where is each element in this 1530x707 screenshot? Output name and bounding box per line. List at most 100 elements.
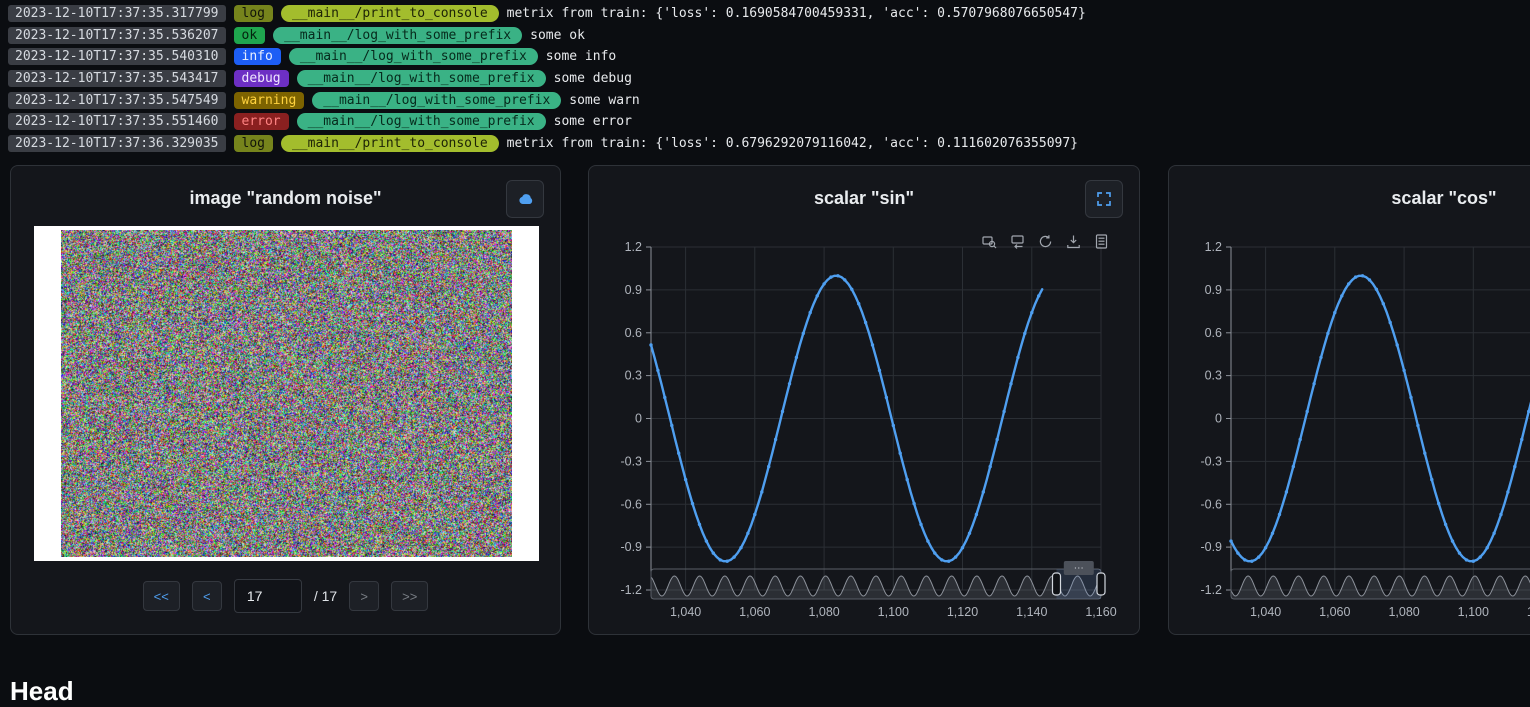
- series-point: [933, 551, 936, 554]
- log-row: 2023-12-10T17:37:35.551460 error __main_…: [8, 111, 1530, 133]
- log-message: some error: [554, 114, 632, 129]
- zoom-reset-icon[interactable]: [1010, 234, 1025, 249]
- x-tick-label: 1,100: [1458, 605, 1489, 619]
- save-image-icon[interactable]: [1066, 234, 1081, 249]
- y-tick-label: -0.6: [1200, 497, 1222, 511]
- y-tick-label: 0: [1215, 412, 1222, 426]
- image-frame: [34, 226, 539, 561]
- series-point: [753, 513, 756, 516]
- next-page-button[interactable]: >: [349, 581, 379, 611]
- series-point: [1037, 294, 1040, 297]
- series-point: [919, 523, 922, 526]
- nav-handle-right[interactable]: [1097, 573, 1105, 595]
- cos-chart[interactable]: 1.20.90.60.30-0.3-0.6-0.9-1.21,0401,0601…: [1169, 166, 1530, 636]
- series-point: [850, 288, 853, 291]
- series-point: [1368, 278, 1371, 281]
- zoom-select-icon[interactable]: [982, 234, 997, 249]
- log-timestamp: 2023-12-10T17:37:35.536207: [8, 27, 226, 44]
- series-point: [1326, 332, 1329, 335]
- series-point: [684, 478, 687, 481]
- y-tick-label: 0.6: [1205, 326, 1222, 340]
- series-point: [1423, 452, 1426, 455]
- log-row: 2023-12-10T17:37:35.536207 ok __main__/l…: [8, 25, 1530, 47]
- series-point: [746, 532, 749, 535]
- last-page-button[interactable]: >>: [391, 581, 428, 611]
- series-point: [912, 502, 915, 505]
- series-point: [871, 343, 874, 346]
- log-level-badge: debug: [234, 70, 289, 87]
- series-point: [698, 523, 701, 526]
- first-page-button[interactable]: <<: [143, 581, 180, 611]
- download-image-button[interactable]: [506, 180, 544, 218]
- series-point: [1347, 282, 1350, 285]
- series-point: [954, 555, 957, 558]
- y-tick-label: 0.9: [625, 283, 642, 297]
- series-point: [1250, 560, 1253, 563]
- log-logger-badge: __main__/log_with_some_prefix: [273, 27, 522, 44]
- log-row: 2023-12-10T17:37:36.329035 log __main__/…: [8, 133, 1530, 155]
- series-point: [857, 302, 860, 305]
- sin-card-title: scalar "sin": [589, 188, 1139, 209]
- series-point: [1016, 356, 1019, 359]
- prev-page-button[interactable]: <: [192, 581, 222, 611]
- y-tick-label: -1.2: [620, 583, 642, 597]
- restore-icon[interactable]: [1038, 234, 1053, 249]
- x-tick-label: 1,100: [878, 605, 909, 619]
- y-tick-label: -0.9: [1200, 540, 1222, 554]
- noise-image: [61, 230, 512, 557]
- series-point: [1340, 294, 1343, 297]
- series-point: [885, 396, 888, 399]
- series-point: [968, 532, 971, 535]
- log-level-badge: error: [234, 113, 289, 130]
- series-point: [899, 452, 902, 455]
- y-tick-label: 1.2: [625, 240, 642, 254]
- series-point: [705, 539, 708, 542]
- log-level-badge: warning: [234, 92, 305, 109]
- y-tick-label: 0.3: [1205, 369, 1222, 383]
- series-point: [1292, 465, 1295, 468]
- log-row: 2023-12-10T17:37:35.317799 log __main__/…: [8, 3, 1530, 25]
- log-message: some warn: [569, 93, 639, 108]
- y-tick-label: 1.2: [1205, 240, 1222, 254]
- log-level-badge: info: [234, 48, 281, 65]
- series-point: [1513, 465, 1516, 468]
- log-message: some info: [546, 49, 616, 64]
- log-level-badge: log: [234, 135, 273, 152]
- series-point: [670, 424, 673, 427]
- series-point: [663, 396, 666, 399]
- scalar-cos-card: 1.20.90.60.30-0.3-0.6-0.9-1.21,0401,0601…: [1168, 165, 1530, 635]
- series-point: [1009, 382, 1012, 385]
- log-timestamp: 2023-12-10T17:37:36.329035: [8, 135, 226, 152]
- series-point: [788, 382, 791, 385]
- log-logger-badge: __main__/log_with_some_prefix: [312, 92, 561, 109]
- x-tick-label: 1,160: [1085, 605, 1116, 619]
- y-tick-label: 0.9: [1205, 283, 1222, 297]
- fullscreen-expand-icon: [1096, 191, 1112, 207]
- data-view-icon[interactable]: [1094, 234, 1109, 249]
- x-tick-label: 1,060: [739, 605, 770, 619]
- image-card-title: image "random noise": [11, 188, 560, 209]
- series-point: [940, 558, 943, 561]
- log-logger-badge: __main__/log_with_some_prefix: [297, 113, 546, 130]
- series-point: [1416, 424, 1419, 427]
- series-point: [982, 490, 985, 493]
- nav-handle-left[interactable]: [1053, 573, 1061, 595]
- y-tick-label: -0.6: [620, 497, 642, 511]
- log-row: 2023-12-10T17:37:35.547549 warning __mai…: [8, 89, 1530, 111]
- series-point: [996, 438, 999, 441]
- series-point: [1312, 382, 1315, 385]
- series-point: [739, 546, 742, 549]
- fullscreen-button[interactable]: [1085, 180, 1123, 218]
- series-point: [795, 356, 798, 359]
- scalar-sin-card: 1.20.90.60.30-0.3-0.6-0.9-1.21,0401,0601…: [588, 165, 1140, 635]
- page-number-input[interactable]: [234, 579, 302, 613]
- log-row: 2023-12-10T17:37:35.540310 info __main__…: [8, 46, 1530, 68]
- log-timestamp: 2023-12-10T17:37:35.551460: [8, 113, 226, 130]
- series-point: [1472, 560, 1475, 563]
- series-point: [1023, 332, 1026, 335]
- x-tick-label: 1,040: [1250, 605, 1281, 619]
- series-point: [1285, 490, 1288, 493]
- log-row: 2023-12-10T17:37:35.543417 debug __main_…: [8, 68, 1530, 90]
- series-point: [1361, 274, 1364, 277]
- series-point: [649, 343, 652, 346]
